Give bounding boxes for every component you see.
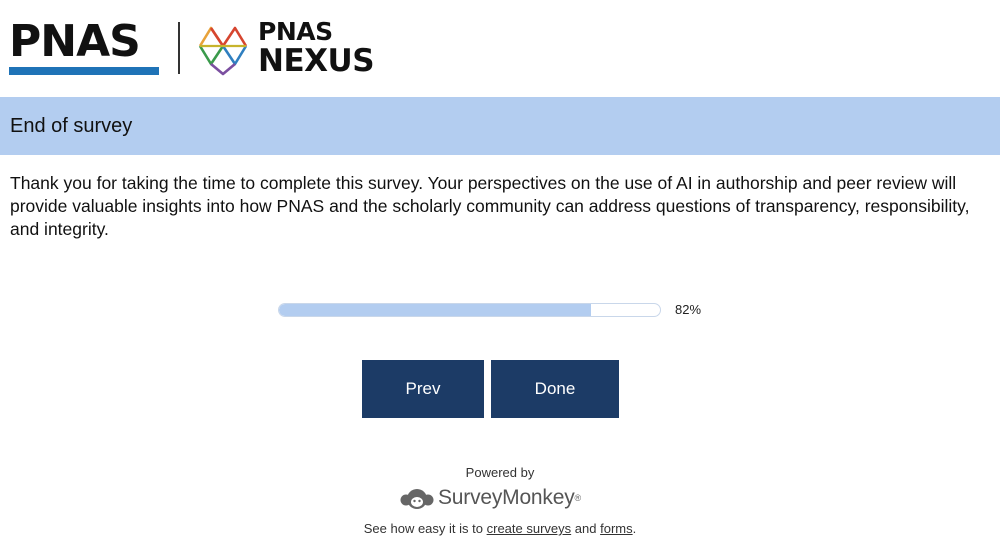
footer-promo-line: See how easy it is to create surveys and… <box>0 521 1000 536</box>
surveymonkey-brand: SurveyMonkey <box>438 486 575 509</box>
create-surveys-link[interactable]: create surveys <box>487 521 572 536</box>
pnas-logo[interactable]: PNAS <box>9 20 159 76</box>
nexus-logo-top: PNAS <box>258 17 333 46</box>
powered-by-label: Powered by <box>465 465 535 480</box>
surveymonkey-logo[interactable]: SurveyMonkey ® <box>400 484 581 512</box>
page-title: End of survey <box>10 115 133 137</box>
surveymonkey-icon <box>400 489 434 509</box>
pnas-nexus-logo[interactable]: PNAS NEXUS <box>258 17 375 79</box>
footer-promo-and: and <box>574 521 597 536</box>
footer-promo-prefix: See how easy it is to <box>363 521 483 536</box>
page-banner: End of survey <box>0 97 1000 155</box>
forms-link[interactable]: forms <box>600 521 633 536</box>
footer-promo-period: . <box>632 521 637 536</box>
progress-label: 82% <box>675 302 702 317</box>
prev-button[interactable]: Prev <box>362 360 484 418</box>
pnas-logo-underline <box>9 67 159 75</box>
thank-you-message: Thank you for taking the time to complet… <box>10 173 970 239</box>
header: PNAS PNAS NEXUS <box>0 0 1000 97</box>
progress-bar <box>278 303 661 317</box>
progress-bar-fill <box>279 304 592 316</box>
pnas-logo-text: PNAS <box>9 16 141 67</box>
logo-divider <box>178 22 180 74</box>
nexus-logo-bottom: NEXUS <box>258 43 375 79</box>
nexus-logo-icon <box>198 26 248 76</box>
trademark-mark: ® <box>574 493 582 503</box>
done-button[interactable]: Done <box>491 360 619 418</box>
